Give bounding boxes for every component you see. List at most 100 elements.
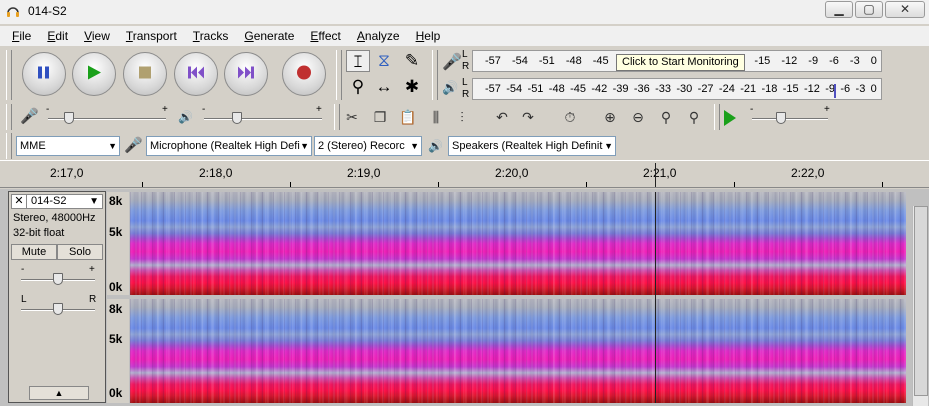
meter-tick-label: -51 [538, 55, 555, 67]
meter-tick-label: 0 [870, 55, 877, 67]
output-device-speaker-icon: 🔊 [428, 139, 443, 153]
redo-button[interactable]: ↷ [516, 106, 540, 128]
timeline-ruler[interactable]: 2:17,0 2:18,0 2:19,0 2:20,0 2:21,0 2:22,… [0, 160, 929, 188]
fit-selection-icon: ⚲ [660, 109, 672, 125]
play-at-speed-button[interactable] [724, 110, 736, 126]
time-shift-tool[interactable]: ↔ [372, 76, 396, 98]
skip-to-end-button[interactable] [224, 52, 268, 96]
play-speed-track[interactable] [752, 118, 828, 120]
meter-tick-label: -3 [855, 83, 866, 95]
menu-edit[interactable]: Edit [39, 26, 76, 46]
freq-label: 0k [109, 386, 123, 400]
zoom-tool[interactable]: ⚲ [346, 76, 370, 98]
vertical-scrollbar-thumb[interactable] [914, 206, 928, 396]
stop-button[interactable] [123, 52, 167, 96]
toolbar-grip[interactable] [6, 104, 12, 130]
input-volume-thumb[interactable] [64, 112, 74, 124]
playback-meter[interactable]: -57 -54 -51 -48 -45 -42 -39 -36 -33 -30 -27 -24 -21-… [472, 78, 882, 100]
track-close-button[interactable]: ✕ [12, 195, 27, 208]
output-volume-thumb[interactable] [232, 112, 242, 124]
solo-button[interactable]: Solo [57, 244, 103, 260]
record-button[interactable] [282, 52, 326, 96]
toolbar-grip[interactable] [6, 50, 12, 100]
pause-button[interactable] [22, 52, 66, 96]
monitor-tooltip: Click to Start Monitoring [616, 54, 745, 71]
fit-selection-button[interactable]: ⚲ [654, 106, 678, 128]
copy-button[interactable]: ❐ [368, 106, 392, 128]
cut-button[interactable]: ✂ [340, 106, 364, 128]
silence-button[interactable]: ⫶ [450, 106, 474, 128]
paste-button[interactable]: 📋 [396, 106, 420, 128]
ruler-tick [734, 182, 735, 187]
skip-to-start-button[interactable] [174, 52, 218, 96]
freq-label: 5k [109, 332, 123, 346]
ruler-label: 2:17,0 [50, 166, 84, 180]
ruler-tick [586, 182, 587, 187]
gain-max: + [89, 264, 95, 275]
close-button[interactable]: ✕ [885, 1, 925, 18]
output-volume-track[interactable] [204, 118, 322, 120]
sync-lock-button[interactable]: ⏱ [558, 106, 582, 128]
toolbar-grip[interactable] [432, 50, 438, 100]
input-channels-select[interactable]: 2 (Stereo) Recorc ▼ [314, 136, 422, 156]
toolbar-grip[interactable] [336, 50, 342, 100]
menu-tracks[interactable]: Tracks [185, 26, 237, 46]
fit-project-button[interactable]: ⚲ [682, 106, 706, 128]
input-device-select[interactable]: Microphone (Realtek High Defi ▼ [146, 136, 312, 156]
play-speed-max: + [824, 104, 830, 115]
pan-slider-thumb[interactable] [53, 303, 63, 315]
multi-tool[interactable]: ✱ [400, 76, 424, 98]
maximize-button[interactable]: ▢ [855, 1, 883, 18]
gain-slider-thumb[interactable] [53, 273, 63, 285]
meter-tick-label: -54 [511, 55, 528, 67]
stopwatch-icon: ⏱ [564, 109, 576, 125]
meter-tick-label: -30 [676, 83, 693, 95]
menu-effect[interactable]: Effect [302, 26, 348, 46]
play-button[interactable] [72, 52, 116, 96]
playback-meter-speaker-icon: 🔊 [442, 80, 459, 95]
frequency-ruler-left[interactable]: 8k 5k 0k [107, 192, 129, 295]
draw-tool[interactable]: ✎ [400, 50, 424, 72]
undo-button[interactable]: ↶ [490, 106, 514, 128]
input-device-mic-icon: 🎤 [124, 137, 143, 154]
record-meter-mic-icon: 🎤 [442, 54, 462, 71]
ruler-label: 2:20,0 [495, 166, 529, 180]
trim-audio-icon: ⫼ [432, 109, 440, 125]
menu-help[interactable]: Help [408, 26, 449, 46]
stop-icon [138, 66, 152, 83]
ruler-label: 2:18,0 [199, 166, 233, 180]
frequency-ruler-right[interactable]: 8k 5k 0k [107, 299, 129, 403]
output-volume-speaker-icon: 🔊 [178, 110, 193, 124]
menu-generate[interactable]: Generate [236, 26, 302, 46]
fit-project-icon: ⚲ [688, 109, 700, 125]
menu-analyze[interactable]: Analyze [349, 26, 408, 46]
spectrogram-right-channel[interactable] [130, 299, 906, 403]
audio-host-select[interactable]: MME ▼ [16, 136, 120, 156]
menu-transport[interactable]: Transport [118, 26, 185, 46]
pan-right-label: R [89, 294, 97, 305]
play-speed-min: - [750, 104, 754, 115]
track-collapse-button[interactable]: ▲ [29, 386, 89, 400]
meter-tick-label: -3 [849, 55, 860, 67]
trim-button[interactable]: ⫼ [424, 106, 448, 128]
menu-file[interactable]: File [4, 26, 39, 46]
maximize-icon: ▢ [863, 2, 875, 16]
minimize-button[interactable]: ▁ [825, 1, 853, 18]
meter-tick-label: -36 [633, 83, 650, 95]
spectrogram-left-channel[interactable] [130, 192, 906, 295]
meter-tick-label: -54 [506, 83, 523, 95]
output-device-select[interactable]: Speakers (Realtek High Definit ▼ [448, 136, 616, 156]
selection-tool[interactable]: 𝙸 [346, 50, 370, 72]
envelope-tool[interactable]: ⧖ [372, 50, 396, 72]
meter-tick-label: 0 [870, 83, 877, 95]
vertical-scrollbar[interactable] [912, 206, 928, 406]
play-speed-thumb[interactable] [776, 112, 786, 124]
toolbar-grip[interactable] [6, 133, 12, 159]
toolbar-grip[interactable] [714, 104, 720, 130]
track-menu-button[interactable]: ▼ [89, 195, 99, 208]
ruler-label: 2:21,0 [643, 166, 677, 180]
zoom-out-button[interactable]: ⊖ [626, 106, 650, 128]
menu-view[interactable]: View [76, 26, 118, 46]
mute-button[interactable]: Mute [11, 244, 57, 260]
zoom-in-button[interactable]: ⊕ [598, 106, 622, 128]
